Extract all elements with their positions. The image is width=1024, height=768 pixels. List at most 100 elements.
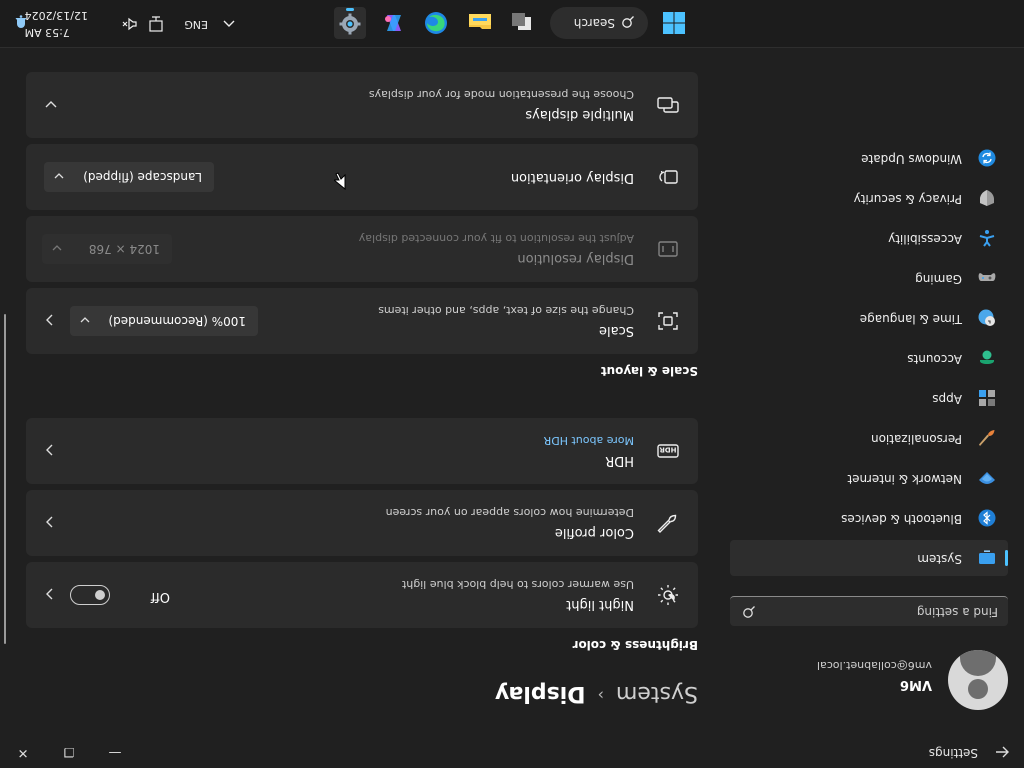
network-wired-icon[interactable] xyxy=(148,11,164,33)
sidebar-item-label: Bluetooth & devices xyxy=(841,512,962,526)
chevron-down-icon xyxy=(80,316,90,326)
display-orientation-card[interactable]: Display orientation Landscape (flipped) xyxy=(26,144,698,210)
multiple-displays-icon xyxy=(656,93,680,117)
mouse-pointer-icon xyxy=(332,172,346,191)
svg-text:HDR: HDR xyxy=(659,446,677,454)
settings-button[interactable] xyxy=(334,7,366,39)
sidebar-item-label: Accounts xyxy=(907,352,962,366)
orientation-dropdown[interactable]: Landscape (flipped) xyxy=(44,162,214,192)
minimize-button[interactable]: — xyxy=(92,736,138,768)
apps-icon xyxy=(978,389,996,407)
night-light-toggle[interactable] xyxy=(70,585,110,605)
copilot-icon xyxy=(385,15,401,31)
section-title-scale: Scale & layout xyxy=(600,364,698,378)
profile-email: vm6@collabnet.local xyxy=(816,659,932,672)
clock[interactable]: 7:53 AM 12/13/2024 xyxy=(25,7,88,41)
scale-icon xyxy=(656,309,680,333)
hdr-more-link[interactable]: More about HDR xyxy=(544,434,634,447)
multiple-displays-subtitle: Choose the presentation mode for your di… xyxy=(368,88,634,101)
sidebar-item-privacy[interactable]: Privacy & security xyxy=(730,180,1008,216)
resolution-dropdown: 1024 × 768 xyxy=(42,234,172,264)
multiple-displays-card[interactable]: Multiple displays Choose the presentatio… xyxy=(26,72,698,138)
sidebar-item-network[interactable]: Network & internet xyxy=(730,460,1008,496)
sidebar-item-accounts[interactable]: Accounts xyxy=(730,340,1008,376)
night-light-toggle-state: Off xyxy=(150,589,170,604)
scale-card[interactable]: Scale Change the size of text, apps, and… xyxy=(26,288,698,354)
task-view-button[interactable] xyxy=(506,7,538,39)
hdr-icon: HDR xyxy=(656,439,680,463)
night-light-subtitle: Use warmer colors to help block blue lig… xyxy=(401,578,634,591)
search-placeholder: Find a setting xyxy=(916,605,998,619)
search-input[interactable]: Find a setting xyxy=(730,596,1008,626)
clock-time: 7:53 AM xyxy=(24,26,70,39)
orientation-dropdown-value: Landscape (flipped) xyxy=(83,170,202,184)
sidebar-item-bluetooth[interactable]: Bluetooth & devices xyxy=(730,500,1008,536)
scrollbar[interactable] xyxy=(4,314,6,644)
chevron-down-icon xyxy=(52,244,62,254)
settings-icon xyxy=(339,13,361,35)
system-icon xyxy=(978,549,996,567)
sidebar-item-label: Personalization xyxy=(871,432,962,446)
taskbar-search-label: Search xyxy=(573,16,615,30)
globe-clock-icon xyxy=(978,309,996,327)
sidebar-item-windows-update[interactable]: Windows Update xyxy=(730,140,1008,176)
brush-icon xyxy=(978,429,996,447)
chevron-right-icon xyxy=(44,588,56,602)
sidebar-item-time-language[interactable]: Time & language xyxy=(730,300,1008,336)
section-title-brightness: Brightness & color xyxy=(572,638,698,652)
start-icon xyxy=(663,12,685,34)
night-light-title: Night light xyxy=(566,597,634,612)
edge-button[interactable] xyxy=(420,7,452,39)
close-button[interactable]: ✕ xyxy=(0,736,46,768)
brightness-icon xyxy=(656,583,680,607)
notification-icon[interactable] xyxy=(14,11,28,31)
sidebar-item-label: Privacy & security xyxy=(853,192,962,206)
update-icon xyxy=(978,149,996,167)
resolution-title: Display resolution xyxy=(517,251,634,266)
title-bar: Settings — ❐ ✕ xyxy=(0,736,1024,768)
chevron-up-icon[interactable] xyxy=(222,12,236,31)
scale-dropdown[interactable]: 100% (Recommended) xyxy=(70,306,258,336)
chevron-right-icon xyxy=(44,444,56,458)
chevron-down-icon xyxy=(43,99,57,111)
task-view-icon xyxy=(512,13,531,30)
shield-icon xyxy=(978,189,996,207)
start-button[interactable] xyxy=(658,7,690,39)
taskbar-search[interactable]: Search xyxy=(550,7,648,39)
language-indicator[interactable]: ENG xyxy=(184,18,208,31)
breadcrumb-parent[interactable]: System xyxy=(616,681,698,706)
copilot-button[interactable] xyxy=(378,7,410,39)
color-profile-brush-icon xyxy=(656,511,680,535)
scale-title: Scale xyxy=(599,323,634,338)
sidebar-item-system[interactable]: System xyxy=(730,540,1008,576)
resolution-dropdown-value: 1024 × 768 xyxy=(88,242,160,256)
search-icon xyxy=(742,606,756,620)
file-explorer-button[interactable] xyxy=(464,7,496,39)
back-arrow-icon[interactable] xyxy=(994,744,1010,760)
volume-muted-icon[interactable] xyxy=(120,11,138,33)
sidebar-item-apps[interactable]: Apps xyxy=(730,380,1008,416)
sidebar-item-label: Windows Update xyxy=(861,152,962,166)
maximize-button[interactable]: ❐ xyxy=(46,736,92,768)
bluetooth-icon xyxy=(978,509,996,527)
chevron-down-icon xyxy=(54,172,64,182)
accessibility-icon xyxy=(978,229,996,247)
accounts-icon xyxy=(978,349,996,367)
resolution-icon xyxy=(656,237,680,261)
color-profile-title: Color profile xyxy=(554,525,634,540)
hdr-title: HDR xyxy=(605,453,634,468)
profile-name: VM6 xyxy=(899,677,932,692)
night-light-card[interactable]: Night light Use warmer colors to help bl… xyxy=(26,562,698,628)
active-app-indicator xyxy=(346,8,354,11)
color-profile-card[interactable]: Color profile Determine how colors appea… xyxy=(26,490,698,556)
sidebar-item-accessibility[interactable]: Accessibility xyxy=(730,220,1008,256)
sidebar-item-personalization[interactable]: Personalization xyxy=(730,420,1008,456)
sidebar-item-gaming[interactable]: Gaming xyxy=(730,260,1008,296)
resolution-subtitle: Adjust the resolution to fit your connec… xyxy=(358,232,634,245)
multiple-displays-title: Multiple displays xyxy=(525,107,634,122)
file-explorer-icon xyxy=(469,14,491,29)
sidebar-item-label: Time & language xyxy=(859,312,962,326)
hdr-card[interactable]: HDR HDR More about HDR xyxy=(26,418,698,484)
scale-dropdown-value: 100% (Recommended) xyxy=(108,314,246,328)
sidebar-item-label: Network & internet xyxy=(847,472,962,486)
